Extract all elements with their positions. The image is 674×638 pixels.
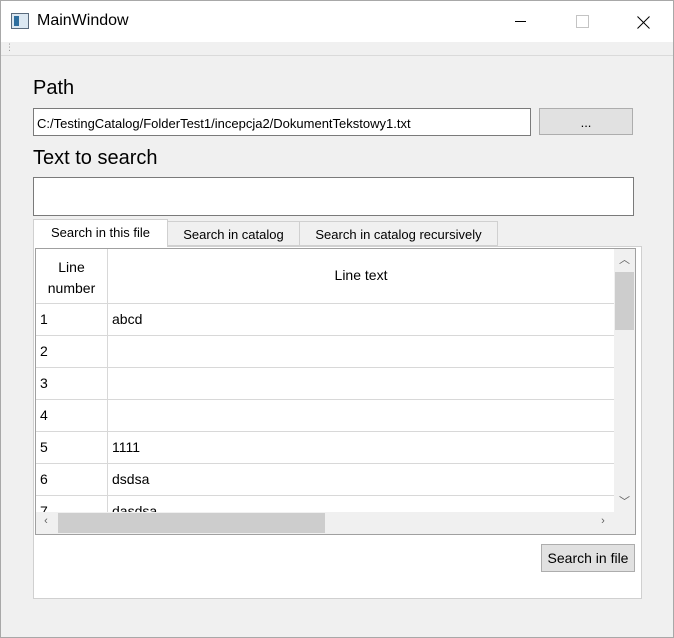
row-number: 3	[40, 375, 48, 391]
row-text: dsdsa	[112, 471, 150, 487]
chevron-left-icon[interactable]: ‹	[36, 515, 56, 527]
horizontal-scrollbar[interactable]: ‹ ›	[36, 512, 614, 534]
table-row[interactable]: 3	[36, 367, 614, 399]
path-label: Path	[33, 77, 75, 99]
toolbar-area	[1, 42, 673, 56]
row-number: 1	[40, 311, 48, 327]
tab-search-in-catalog-recursively[interactable]: Search in catalog recursively	[299, 221, 498, 246]
tab-search-in-catalog[interactable]: Search in catalog	[167, 221, 300, 246]
tab-search-in-file[interactable]: Search in this file	[33, 219, 168, 247]
search-text-label: Text to search	[33, 147, 158, 169]
minimize-button[interactable]	[497, 1, 543, 42]
chevron-up-icon[interactable]: ︿	[614, 251, 635, 267]
maximize-button[interactable]	[559, 1, 605, 42]
scrollbar-corner	[614, 512, 635, 534]
vertical-scroll-thumb[interactable]	[615, 272, 634, 330]
row-number: 5	[40, 439, 48, 455]
row-text: abcd	[112, 311, 143, 327]
close-button[interactable]	[621, 1, 667, 42]
horizontal-scroll-thumb[interactable]	[58, 513, 325, 533]
row-number: 4	[40, 407, 48, 423]
title-bar[interactable]: MainWindow	[1, 1, 673, 42]
search-in-file-button[interactable]: Search in file	[541, 544, 635, 572]
row-number: 2	[40, 343, 48, 359]
column-divider[interactable]	[107, 249, 108, 512]
results-table[interactable]: Line number Line text 1 abcd 2 3 4 5 111…	[35, 248, 636, 535]
row-text: 1111	[112, 439, 141, 455]
header-line-text[interactable]: Line text	[108, 249, 614, 303]
table-row[interactable]: 1 abcd	[36, 303, 614, 335]
header-line-number-line2: number	[47, 280, 96, 296]
table-row[interactable]: 6 dsdsa	[36, 463, 614, 495]
header-line-number[interactable]: Line number	[36, 249, 107, 303]
chevron-right-icon[interactable]: ›	[593, 515, 613, 527]
row-number: 6	[40, 471, 48, 487]
search-text-input[interactable]	[33, 177, 634, 216]
path-input[interactable]: C:/TestingCatalog/FolderTest1/incepcja2/…	[33, 108, 531, 136]
table-row[interactable]: 4	[36, 399, 614, 431]
main-window: MainWindow ⋮ Path C:/TestingCatalog/Fold…	[0, 0, 674, 638]
browse-button[interactable]: ...	[539, 108, 633, 135]
table-row[interactable]: 2	[36, 335, 614, 367]
window-title: MainWindow	[37, 12, 129, 29]
header-line-number-line1: Line	[58, 259, 85, 275]
chevron-down-icon[interactable]: ﹀	[614, 493, 635, 509]
table-row[interactable]: 5 1111	[36, 431, 614, 463]
toolbar-grip-icon[interactable]: ⋮	[5, 43, 14, 52]
vertical-scrollbar[interactable]: ︿ ﹀	[614, 249, 635, 512]
app-icon	[11, 13, 29, 29]
